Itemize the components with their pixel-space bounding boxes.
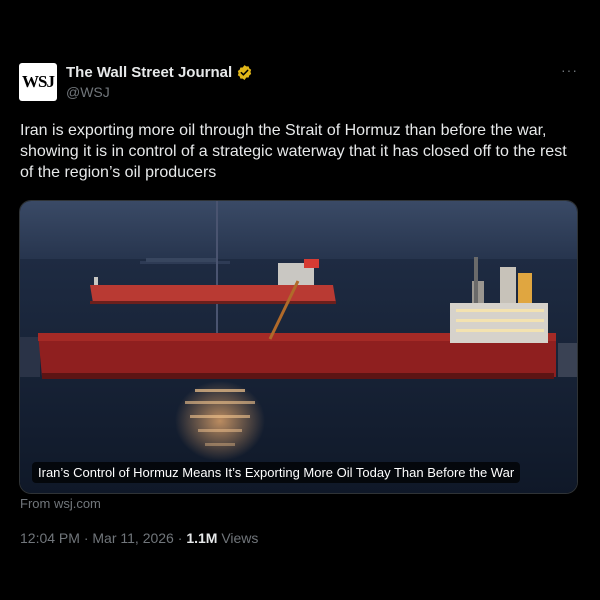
author-display-name[interactable]: The Wall Street Journal	[66, 64, 232, 81]
link-card[interactable]: Iran’s Control of Hormuz Means It’s Expo…	[19, 200, 578, 494]
card-image	[20, 201, 577, 493]
link-source[interactable]: From wsj.com	[20, 496, 101, 511]
author-name-row: The Wall Street Journal	[66, 63, 253, 82]
meta-separator: ·	[83, 530, 89, 546]
wsj-logo: WSJ	[22, 72, 55, 91]
more-options-icon[interactable]: ···	[561, 62, 578, 78]
post-date[interactable]: Mar 11, 2026	[92, 530, 173, 546]
author-handle[interactable]: @WSJ	[66, 84, 110, 100]
verified-badge-icon	[237, 65, 252, 80]
tweet-text: Iran is exporting more oil through the S…	[20, 122, 567, 181]
link-card-headline: Iran’s Control of Hormuz Means It’s Expo…	[32, 462, 521, 483]
tweet: WSJ The Wall Street Journal @WSJ ··· Ira…	[0, 0, 600, 600]
meta-separator: ·	[177, 530, 183, 546]
views-label: Views	[221, 530, 259, 546]
tweet-meta: 12:04 PM · Mar 11, 2026 · 1.1M Views	[20, 530, 258, 546]
post-time[interactable]: 12:04 PM	[20, 530, 80, 546]
avatar[interactable]: WSJ	[19, 63, 57, 101]
views-count: 1.1M	[186, 530, 218, 546]
